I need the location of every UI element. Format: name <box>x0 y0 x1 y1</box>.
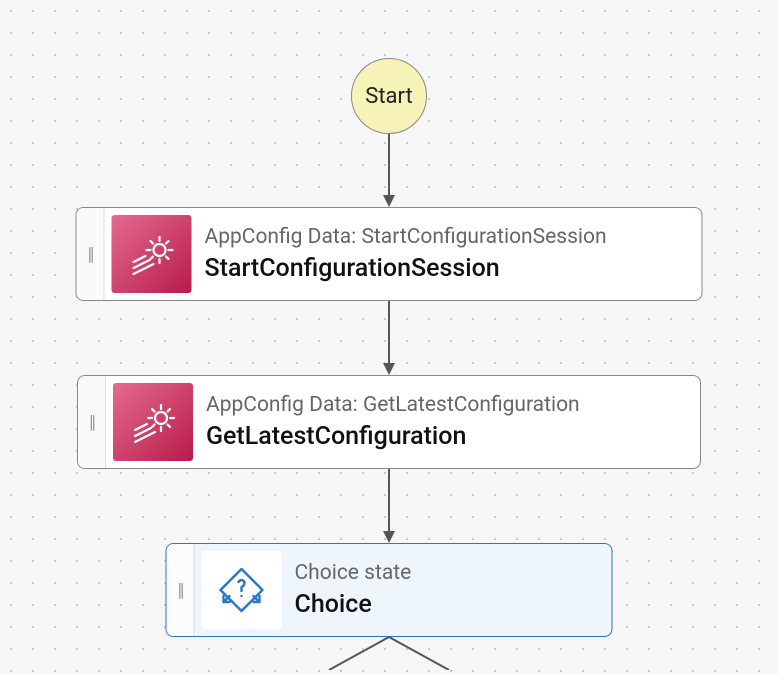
connector-choice-outgoing <box>269 637 509 674</box>
node-title: Choice <box>295 589 598 620</box>
gear-icon <box>113 383 193 461</box>
node-title: GetLatestConfiguration <box>206 421 686 452</box>
workflow-canvas[interactable]: Start || <box>0 0 778 670</box>
start-node[interactable]: Start <box>351 58 427 134</box>
node-subtitle: Choice state <box>295 560 598 586</box>
connector-task1-to-task2 <box>381 301 397 375</box>
drag-handle-icon[interactable]: || <box>167 544 195 636</box>
task-start-configuration-session[interactable]: || <box>76 207 703 301</box>
choice-state-node[interactable]: || Choice state Choice <box>166 543 613 637</box>
connector-start-to-task1 <box>381 134 397 207</box>
node-subtitle: AppConfig Data: StartConfigurationSessio… <box>205 224 688 250</box>
drag-handle-icon[interactable]: || <box>78 376 106 468</box>
choice-icon <box>202 551 282 629</box>
gear-icon <box>112 215 192 293</box>
connector-task2-to-choice <box>381 469 397 543</box>
node-text: AppConfig Data: GetLatestConfiguration G… <box>200 376 700 468</box>
start-label: Start <box>365 84 412 109</box>
node-title: StartConfigurationSession <box>205 253 688 284</box>
task-get-latest-configuration[interactable]: || <box>77 375 701 469</box>
drag-handle-icon[interactable]: || <box>77 208 105 300</box>
node-subtitle: AppConfig Data: GetLatestConfiguration <box>206 392 686 418</box>
node-text: Choice state Choice <box>289 544 612 636</box>
node-text: AppConfig Data: StartConfigurationSessio… <box>199 208 702 300</box>
